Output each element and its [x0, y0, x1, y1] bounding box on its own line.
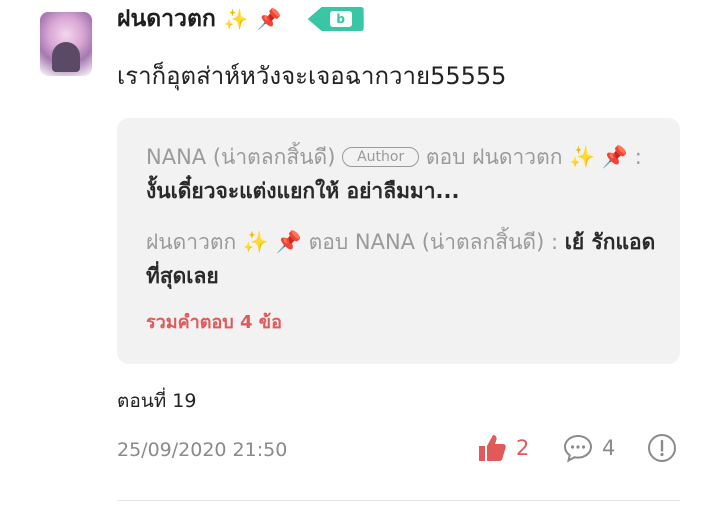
like-count: 2	[516, 436, 530, 460]
reply-item[interactable]: NANA (น่าตลกสิ้นดี) Author ตอบ ฝนดาวตก ✨…	[146, 140, 656, 208]
reply-emojis: ✨ 📌	[569, 145, 629, 169]
avatar[interactable]	[40, 12, 92, 76]
comment-text: เราก็อุตส่าห์หวังจะเจอฉากวาย55555	[117, 62, 507, 90]
reply-box[interactable]: NANA (น่าตลกสิ้นดี) Author ตอบ ฝนดาวตก ✨…	[117, 118, 680, 364]
level-badge: b	[307, 7, 364, 31]
reply-text: งั้นเดี๋ยวจะแต่งแยกให้ อย่าลืมมา...	[146, 179, 460, 203]
reply-to: NANA (น่าตลกสิ้นดี)	[354, 230, 545, 254]
comment-username[interactable]: ฝนดาวตก	[117, 1, 216, 37]
thumbs-up-icon[interactable]	[476, 432, 508, 464]
sparkles-emoji: ✨	[223, 7, 249, 31]
reply-word: ตอบ	[425, 145, 466, 169]
report-icon[interactable]	[646, 432, 678, 464]
comment-count: 4	[602, 436, 616, 460]
author-tag: Author	[342, 147, 420, 167]
reply-emojis: ✨ 📌	[242, 230, 302, 254]
reply-word: ตอบ	[308, 230, 349, 254]
reply-author: ฝนดาวตก	[146, 230, 237, 254]
episode-label: ตอนที่ 19	[117, 390, 197, 412]
reply-to: ฝนดาวตก	[472, 145, 563, 169]
reply-separator: :	[550, 230, 559, 254]
more-replies-link[interactable]: รวมคำตอบ 4 ข้อ	[146, 307, 282, 336]
speech-bubble-icon[interactable]	[562, 432, 594, 464]
reply-item[interactable]: ฝนดาวตก ✨ 📌 ตอบ NANA (น่าตลกสิ้นดี) : เย…	[146, 225, 656, 293]
comment-timestamp: 25/09/2020 21:50	[117, 439, 288, 461]
comment-actions: 2 4	[476, 432, 678, 464]
reply-author: NANA (น่าตลกสิ้นดี)	[146, 145, 336, 169]
pushpin-emoji: 📌	[256, 7, 282, 31]
comment-header: ฝนดาวตก ✨ 📌 b	[117, 2, 364, 36]
reply-separator: :	[634, 145, 642, 169]
level-badge-label: b	[329, 11, 352, 27]
divider	[117, 500, 680, 501]
